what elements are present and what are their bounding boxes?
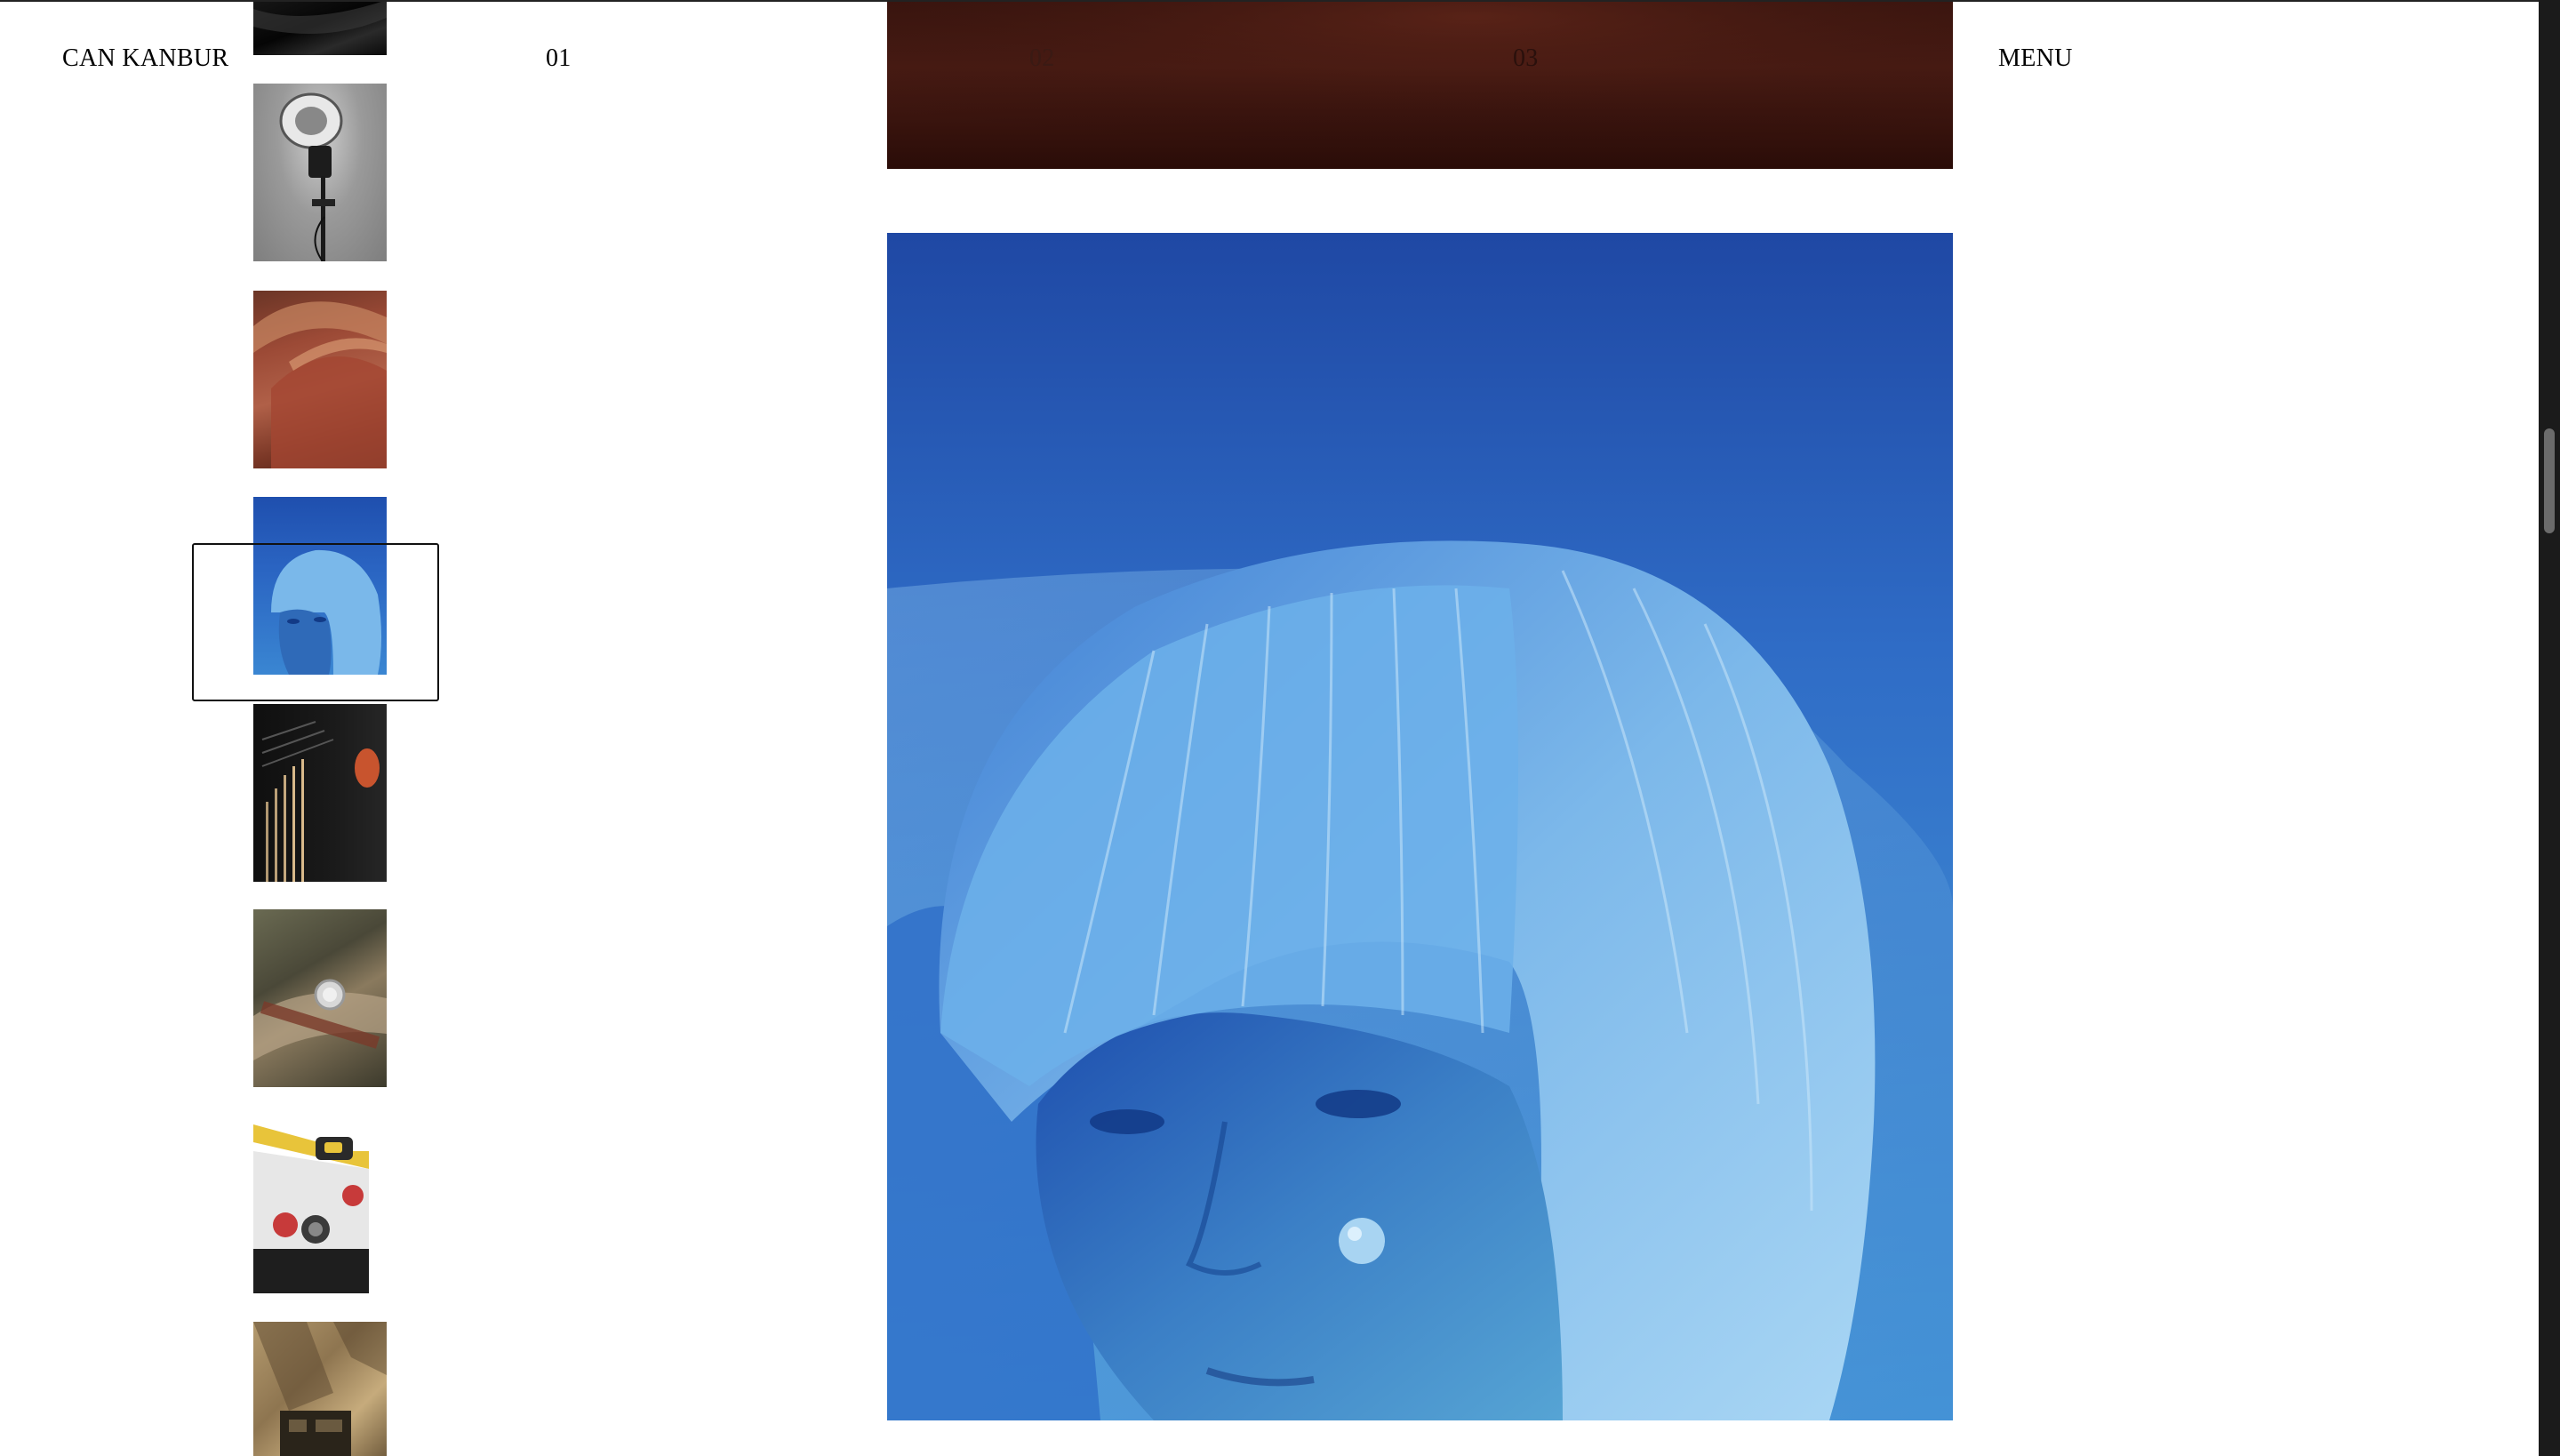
nav-link-02[interactable]: 02 xyxy=(1029,44,1055,73)
scrollbar-thumb[interactable] xyxy=(2544,428,2555,533)
thumb-red-curves-graphic xyxy=(253,301,387,468)
thumbnail-studio-light[interactable] xyxy=(253,84,387,261)
main-image-blue-portrait[interactable] xyxy=(887,233,1953,1420)
nav-link-03[interactable]: 03 xyxy=(1513,44,1539,73)
thumbnail-yellow-camera[interactable] xyxy=(253,1116,387,1293)
thumb-black-device-graphic xyxy=(261,721,380,882)
blue-portrait-graphic xyxy=(887,233,1953,1420)
thumbnail-selection-frame xyxy=(192,543,439,701)
thumbnail-shadow-scene[interactable] xyxy=(253,1322,387,1456)
thumb-yellow-camera-graphic xyxy=(253,1116,387,1293)
window-top-edge xyxy=(0,0,2539,2)
previous-image-graphic xyxy=(887,0,1953,169)
page-scrollbar[interactable] xyxy=(2539,0,2560,1456)
menu-button[interactable]: MENU xyxy=(1998,44,2073,73)
thumb-dark-abstract-graphic xyxy=(253,0,387,34)
thumb-watch-graphic xyxy=(253,979,387,1060)
main-image-previous xyxy=(887,0,1953,169)
thumbnail-watch[interactable] xyxy=(253,909,387,1087)
thumb-shadow-scene-graphic xyxy=(253,1322,387,1456)
nav-link-01[interactable]: 01 xyxy=(546,44,572,73)
thumbnail-red-curves[interactable] xyxy=(253,291,387,468)
thumb-studio-light-graphic xyxy=(279,92,343,261)
page-viewport: CAN KANBUR 01 02 03 MENU xyxy=(0,0,2539,1456)
thumbnail-dark-abstract[interactable] xyxy=(253,0,387,55)
thumbnail-black-device[interactable] xyxy=(253,704,387,882)
brand-logo-text[interactable]: CAN KANBUR xyxy=(62,44,228,73)
